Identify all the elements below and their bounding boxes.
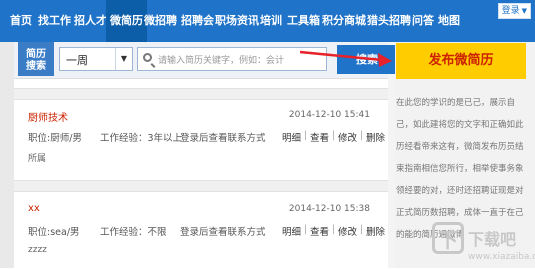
watermark-mark: 下 [432, 222, 464, 254]
watermark-text: 下载吧 [468, 230, 517, 249]
arrow-head [378, 53, 392, 67]
arrow-line [299, 50, 383, 62]
watermark-logo: 下 下载吧 www.xiazaiba.com [432, 222, 535, 268]
watermark-url: www.xiazaiba.com [468, 252, 535, 262]
